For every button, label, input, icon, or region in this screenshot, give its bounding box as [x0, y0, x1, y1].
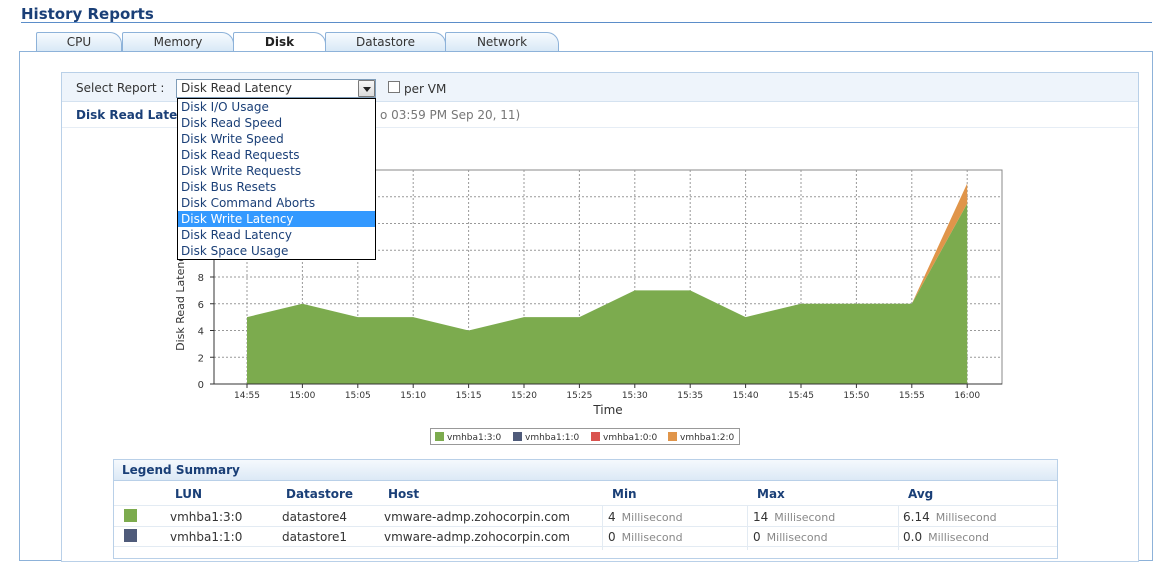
y-tick-label: 4 [198, 327, 204, 338]
dropdown-option[interactable]: Disk Read Speed [178, 115, 375, 131]
max-unit: Millisecond [766, 531, 828, 544]
legend-label: vmhba1:1:0 [525, 433, 580, 443]
legend-label: vmhba1:3:0 [447, 433, 502, 443]
x-tick-label: 15:10 [400, 391, 426, 401]
dropdown-option[interactable]: Disk Write Latency [178, 211, 375, 227]
x-tick-label: 15:05 [345, 391, 371, 401]
legend-label: vmhba1:0:0 [603, 433, 658, 443]
column-divider [602, 506, 603, 550]
cell-host: vmware-admp.zohocorpin.com [384, 510, 570, 524]
min-value: 4 [608, 510, 616, 524]
column-header-host[interactable]: Host [388, 487, 419, 501]
y-tick-label: 2 [198, 353, 204, 364]
dropdown-option[interactable]: Disk Read Requests [178, 147, 375, 163]
x-tick-label: 15:30 [622, 391, 648, 401]
avg-value: 0.0 [903, 530, 923, 544]
legend-swatch [668, 432, 677, 441]
avg-unit: Millisecond [935, 511, 997, 524]
legend-summary-title: Legend Summary [122, 463, 240, 477]
y-tick-label: 6 [198, 300, 204, 311]
dropdown-option[interactable]: Disk Space Usage [178, 243, 375, 259]
legend-summary-header [114, 460, 1057, 481]
x-tick-label: 14:55 [234, 391, 260, 401]
cell-max: 14 Millisecond [753, 510, 835, 524]
column-header-min[interactable]: Min [612, 487, 637, 501]
column-divider [747, 506, 748, 550]
y-tick-label: 0 [198, 380, 204, 391]
max-unit: Millisecond [774, 511, 836, 524]
cell-datastore: datastore4 [282, 510, 348, 524]
row-divider [114, 526, 1057, 527]
dropdown-option[interactable]: Disk I/O Usage [178, 99, 375, 115]
x-axis-title: Time [592, 403, 622, 417]
column-header-lun[interactable]: LUN [175, 487, 202, 501]
cell-datastore: datastore1 [282, 530, 348, 544]
legend-item[interactable]: vmhba1:0:0 [591, 432, 657, 443]
dropdown-option[interactable]: Disk Read Latency [178, 227, 375, 243]
column-divider [898, 506, 899, 550]
column-header-avg[interactable]: Avg [908, 487, 933, 501]
legend-swatch [591, 432, 600, 441]
x-tick-label: 15:55 [899, 391, 925, 401]
chart-legend: vmhba1:3:0 vmhba1:1:0 vmhba1:0:0 vmhba1:… [430, 428, 740, 445]
x-tick-label: 15:20 [511, 391, 537, 401]
legend-label: vmhba1:2:0 [680, 433, 735, 443]
x-tick-label: 16:00 [954, 391, 980, 401]
legend-swatch [435, 432, 444, 441]
x-tick-label: 15:50 [843, 391, 869, 401]
x-tick-label: 15:15 [456, 391, 482, 401]
series-color-swatch [124, 509, 137, 522]
y-tick-label: 8 [198, 273, 204, 284]
min-unit: Millisecond [621, 531, 683, 544]
x-tick-label: 15:35 [677, 391, 703, 401]
x-tick-label: 15:45 [788, 391, 814, 401]
legend-item[interactable]: vmhba1:3:0 [435, 432, 501, 443]
dropdown-option[interactable]: Disk Write Requests [178, 163, 375, 179]
cell-host: vmware-admp.zohocorpin.com [384, 530, 570, 544]
min-unit: Millisecond [621, 511, 683, 524]
column-header-max[interactable]: Max [757, 487, 785, 501]
legend-item[interactable]: vmhba1:1:0 [513, 432, 579, 443]
max-value: 14 [753, 510, 769, 524]
y-axis-title: Disk Read Latency [174, 249, 187, 351]
cell-lun: vmhba1:3:0 [170, 510, 243, 524]
report-dropdown-list: Disk I/O Usage Disk Read Speed Disk Write … [177, 98, 376, 260]
min-value: 0 [608, 530, 616, 544]
legend-swatch [513, 432, 522, 441]
cell-max: 0 Millisecond [753, 530, 828, 544]
column-header-datastore[interactable]: Datastore [286, 487, 353, 501]
row-divider [114, 546, 1057, 547]
row-divider [114, 505, 1057, 506]
avg-unit: Millisecond [928, 531, 990, 544]
cell-avg: 0.0 Millisecond [903, 530, 989, 544]
cell-lun: vmhba1:1:0 [170, 530, 243, 544]
series-color-swatch [124, 529, 137, 542]
cell-min: 0 Millisecond [608, 530, 683, 544]
legend-item[interactable]: vmhba1:2:0 [668, 432, 734, 443]
cell-min: 4 Millisecond [608, 510, 683, 524]
cell-avg: 6.14 Millisecond [903, 510, 997, 524]
x-tick-label: 15:25 [566, 391, 592, 401]
avg-value: 6.14 [903, 510, 930, 524]
dropdown-option[interactable]: Disk Write Speed [178, 131, 375, 147]
x-tick-label: 15:00 [289, 391, 315, 401]
dropdown-option[interactable]: Disk Command Aborts [178, 195, 375, 211]
dropdown-option[interactable]: Disk Bus Resets [178, 179, 375, 195]
max-value: 0 [753, 530, 761, 544]
x-tick-label: 15:40 [733, 391, 759, 401]
